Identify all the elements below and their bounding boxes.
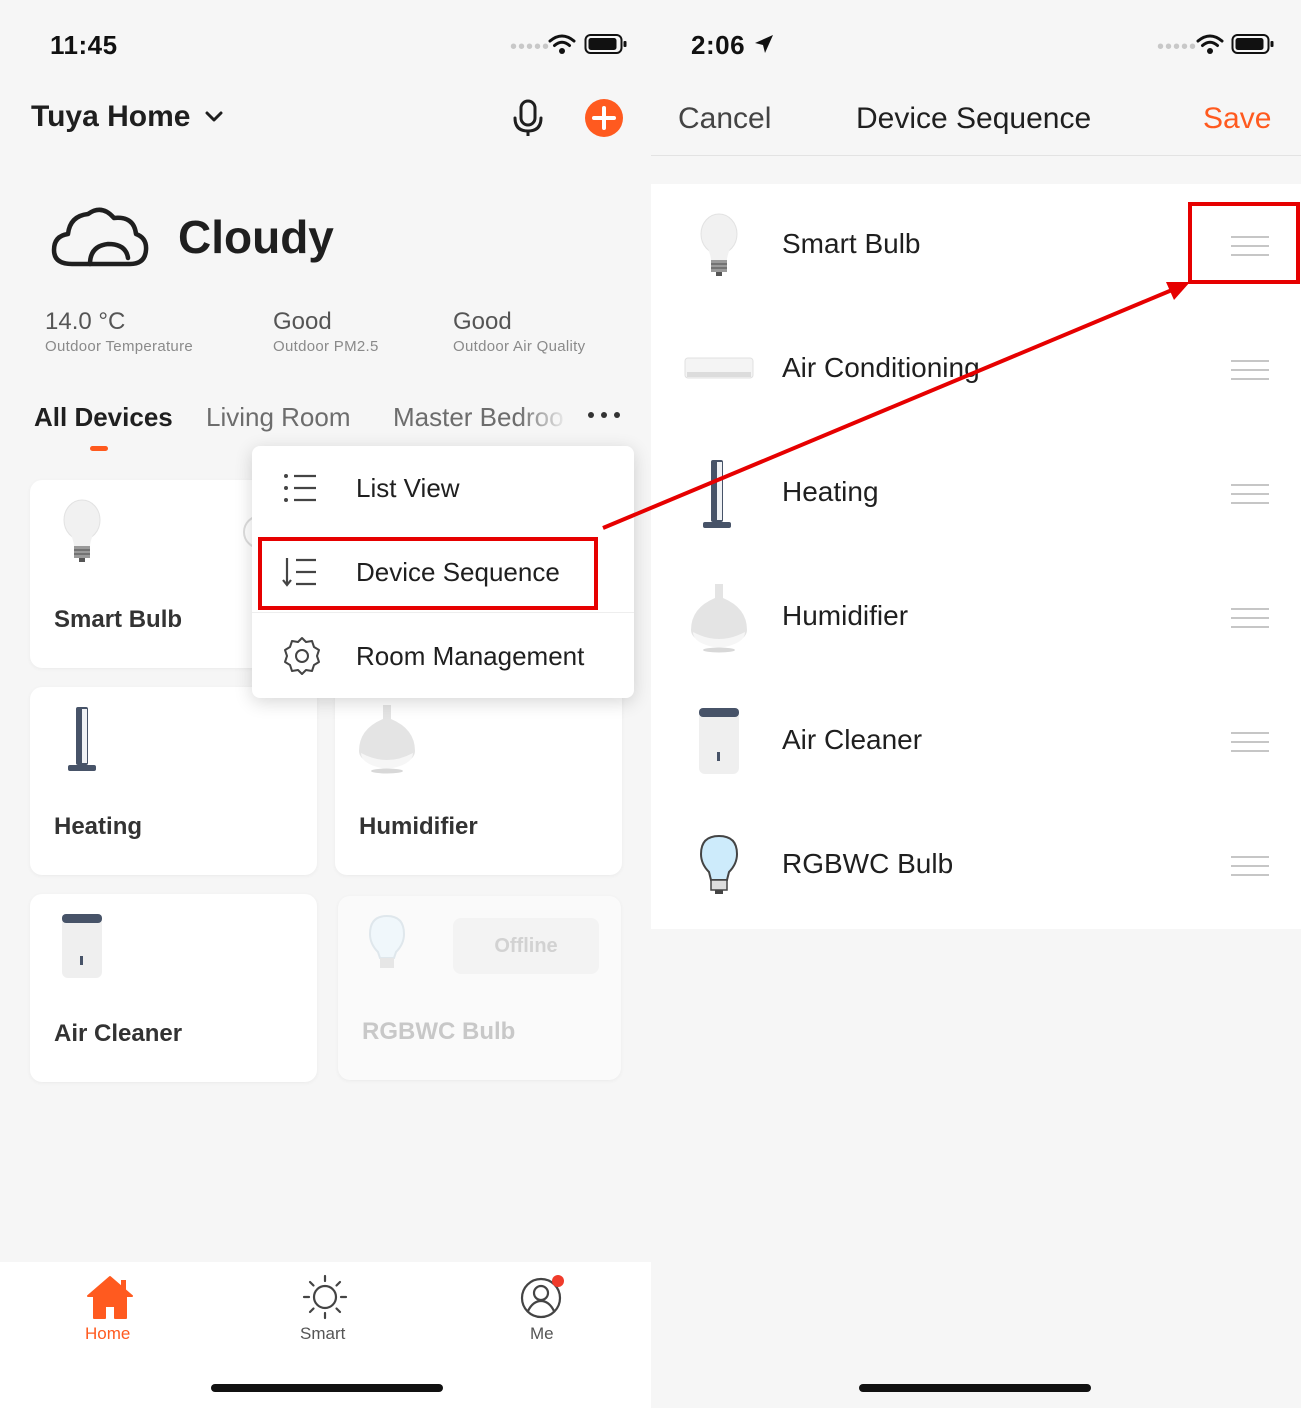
smart-bulb-icon — [63, 499, 101, 562]
menu-divider — [252, 612, 634, 613]
air-conditioner-icon — [684, 357, 754, 379]
page-title: Device Sequence — [856, 102, 1092, 135]
weather-condition: Cloudy — [178, 211, 334, 263]
heating-icon — [703, 460, 731, 528]
weather-stat-temperature: 14.0 °C Outdoor Temperature — [45, 308, 193, 355]
drag-handle-icon[interactable] — [1231, 484, 1269, 504]
device-card-humidifier[interactable]: Humidifier — [335, 687, 622, 875]
tabbar-item-smart[interactable]: Smart — [285, 1272, 365, 1362]
bottom-tab-bar: Home Smart Me — [0, 1262, 651, 1408]
status-time: 11:45 — [50, 30, 118, 60]
tabbar-label: Me — [530, 1324, 554, 1343]
tabbar-label: Home — [85, 1324, 131, 1343]
stat-value: Good — [273, 308, 332, 335]
device-card-heating[interactable]: Heating — [30, 687, 317, 875]
wifi-icon — [548, 34, 576, 54]
stat-label: Outdoor Air Quality — [453, 338, 586, 355]
stat-label: Outdoor PM2.5 — [273, 338, 379, 355]
location-arrow-icon — [755, 35, 773, 53]
device-name: Air Cleaner — [54, 1020, 183, 1047]
list-item-air-conditioning[interactable]: Air Conditioning — [651, 308, 1301, 432]
more-icon[interactable] — [586, 408, 622, 422]
wifi-icon — [1196, 34, 1224, 54]
profile-icon — [520, 1275, 564, 1319]
stat-label: Outdoor Temperature — [45, 338, 194, 355]
microphone-icon[interactable] — [510, 98, 546, 138]
gear-icon — [284, 637, 320, 675]
device-name: Smart Bulb — [782, 228, 921, 259]
menu-label: Room Management — [356, 640, 585, 671]
home-screen: 11:45 ••••• Tuya Home Cloudy 14.0 °C Out… — [0, 0, 651, 1408]
weather-stat-air-quality: Good Outdoor Air Quality — [453, 308, 585, 355]
home-indicator — [859, 1384, 1091, 1392]
device-card-air-cleaner[interactable]: Air Cleaner — [30, 894, 317, 1082]
air-cleaner-icon — [699, 708, 739, 774]
tab-all-devices[interactable]: All Devices — [34, 402, 173, 433]
weather-stat-pm25: Good Outdoor PM2.5 — [273, 308, 379, 355]
tabbar-item-me[interactable]: Me — [502, 1272, 582, 1362]
device-name: Air Cleaner — [782, 724, 923, 755]
cellular-signal-icon: ••••• — [1157, 36, 1198, 58]
heating-icon — [68, 707, 96, 771]
home-selector[interactable]: Tuya Home — [31, 100, 190, 134]
offline-badge: Offline — [453, 918, 599, 974]
rgbwc-bulb-icon — [368, 914, 406, 968]
device-name: Humidifier — [359, 813, 478, 840]
stat-value: Good — [453, 308, 512, 335]
drag-handle-icon[interactable] — [1231, 856, 1269, 876]
humidifier-icon — [359, 705, 415, 774]
list-item-rgbwc-bulb[interactable]: RGBWC Bulb — [651, 804, 1301, 928]
sun-icon — [302, 1274, 348, 1320]
tabbar-item-home[interactable]: Home — [70, 1272, 150, 1362]
smart-bulb-icon — [700, 213, 738, 276]
home-title: Tuya Home — [31, 100, 191, 133]
fade-overlay — [519, 402, 569, 438]
device-sequence-list: Smart Bulb Air Conditioning Heating Humi… — [651, 184, 1301, 929]
annotation-highlight-device-sequence — [258, 537, 598, 610]
rgbwc-bulb-icon — [699, 834, 739, 894]
status-time: 2:06 — [691, 30, 745, 61]
notification-dot — [552, 1275, 564, 1287]
list-item-humidifier[interactable]: Humidifier — [651, 556, 1301, 680]
air-cleaner-icon — [62, 914, 102, 978]
tab-master-bedroom[interactable]: Master Bedroo — [393, 402, 569, 438]
battery-icon — [584, 34, 627, 54]
cancel-button[interactable]: Cancel — [678, 102, 771, 136]
stat-value: 14.0 °C — [45, 308, 126, 335]
menu-item-list-view[interactable]: List View — [252, 446, 634, 530]
device-name: RGBWC Bulb — [782, 848, 954, 879]
cloud-icon — [51, 207, 149, 267]
menu-item-room-management[interactable]: Room Management — [252, 614, 634, 698]
device-card-rgbwc-bulb[interactable]: Offline RGBWC Bulb — [338, 896, 621, 1080]
device-name: Smart Bulb — [54, 606, 183, 633]
list-item-air-cleaner[interactable]: Air Cleaner — [651, 680, 1301, 804]
device-name: RGBWC Bulb — [362, 1018, 516, 1045]
drag-handle-icon[interactable] — [1231, 360, 1269, 380]
device-name: Heating — [782, 476, 879, 507]
tab-living-room[interactable]: Living Room — [206, 402, 351, 433]
cellular-signal-icon: ••••• — [510, 36, 551, 58]
drag-handle-icon[interactable] — [1231, 608, 1269, 628]
device-name: Air Conditioning — [782, 352, 980, 383]
device-name: Heating — [54, 813, 143, 840]
drag-handle-icon[interactable] — [1231, 732, 1269, 752]
tabbar-label: Smart — [300, 1324, 346, 1343]
status-time-text: 2:06 — [691, 30, 746, 60]
annotation-highlight-drag-handle — [1188, 202, 1300, 284]
home-indicator — [211, 1384, 443, 1392]
home-icon — [87, 1276, 133, 1319]
save-button[interactable]: Save — [1203, 102, 1271, 136]
list-view-icon — [284, 474, 316, 502]
menu-label: List View — [356, 472, 460, 503]
chevron-down-icon[interactable] — [205, 110, 223, 124]
device-name: Humidifier — [782, 600, 909, 631]
battery-icon — [1231, 34, 1274, 54]
list-item-heating[interactable]: Heating — [651, 432, 1301, 556]
humidifier-icon — [691, 584, 747, 653]
device-sequence-screen: 2:06 ••••• Cancel Device Sequence Save S… — [651, 0, 1301, 1408]
active-tab-indicator — [90, 446, 108, 451]
add-device-button[interactable] — [584, 98, 624, 138]
navigation-bar: Cancel Device Sequence Save — [651, 80, 1301, 156]
